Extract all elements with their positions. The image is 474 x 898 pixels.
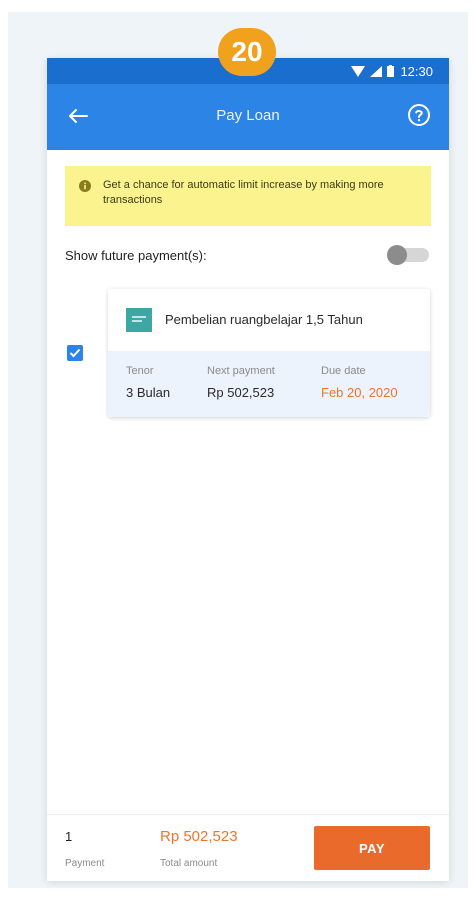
battery-icon <box>387 65 395 77</box>
future-payments-toggle[interactable] <box>387 245 429 265</box>
status-time: 12:30 <box>400 63 433 79</box>
step-number-badge: 20 <box>218 28 276 76</box>
signal-icon <box>370 65 383 77</box>
due-date-column: Due date Feb 20, 2020 <box>321 365 398 400</box>
wifi-icon <box>351 65 366 77</box>
next-payment-value: Rp 502,523 <box>207 385 275 400</box>
product-logo-icon <box>126 308 152 332</box>
banner-text: Get a chance for automatic limit increas… <box>103 179 384 206</box>
payment-count: 1 <box>65 829 73 844</box>
pay-button[interactable]: PAY <box>314 826 430 870</box>
loan-card-header: Pembelian ruangbelajar 1,5 Tahun <box>108 289 430 351</box>
tenor-label: Tenor <box>126 365 154 377</box>
next-payment-label: Next payment <box>207 365 275 377</box>
phone-screen: 12:30 Pay Loan Get a chance for automati… <box>47 58 449 881</box>
payment-count-label: Payment <box>65 858 105 869</box>
app-bar: Pay Loan <box>47 84 449 150</box>
total-amount: Rp 502,523 <box>160 828 238 845</box>
checkmark-icon <box>69 348 81 358</box>
total-amount-label: Total amount <box>160 858 218 869</box>
due-date-value: Feb 20, 2020 <box>321 385 398 400</box>
help-circle-icon[interactable] <box>407 103 431 127</box>
loan-details: Tenor 3 Bulan Next payment Rp 502,523 Du… <box>108 351 430 417</box>
status-icons <box>351 65 395 77</box>
toggle-knob <box>387 245 407 265</box>
show-future-payments-label: Show future payment(s): <box>65 248 207 263</box>
page-title: Pay Loan <box>216 107 280 124</box>
info-icon <box>79 180 91 192</box>
loan-checkbox[interactable] <box>67 345 83 361</box>
next-payment-column: Next payment Rp 502,523 <box>207 365 275 400</box>
due-date-label: Due date <box>321 365 366 377</box>
loan-card[interactable]: Pembelian ruangbelajar 1,5 Tahun Tenor 3… <box>108 289 430 417</box>
product-name: Pembelian ruangbelajar 1,5 Tahun <box>165 312 363 327</box>
payment-summary-bar: 1 Payment Rp 502,523 Total amount PAY <box>47 814 449 881</box>
tenor-column: Tenor 3 Bulan <box>126 365 170 400</box>
tenor-value: 3 Bulan <box>126 385 171 400</box>
info-banner: Get a chance for automatic limit increas… <box>65 166 431 226</box>
